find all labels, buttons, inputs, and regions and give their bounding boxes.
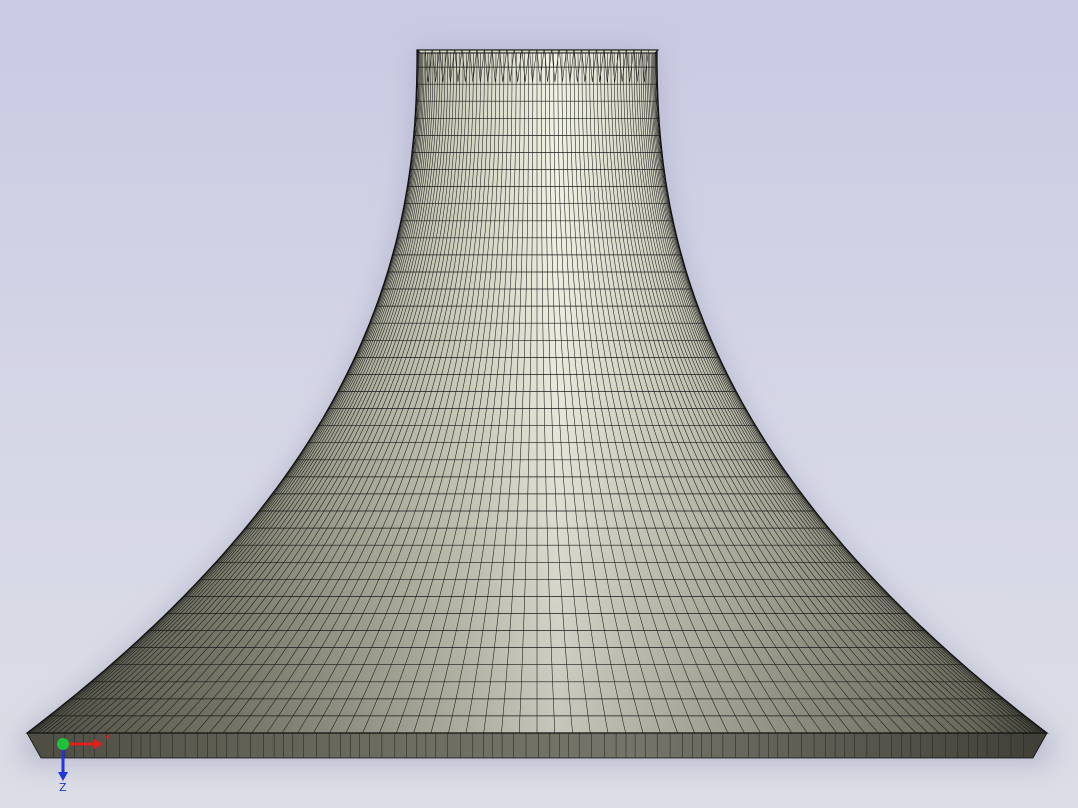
surface-mesh-lines	[27, 50, 1047, 733]
z-axis-arrowhead-icon	[58, 772, 68, 781]
y-axis-label: Y	[103, 732, 111, 745]
3d-model-view[interactable]: Y Z	[0, 0, 1078, 808]
y-axis-sphere-icon	[57, 738, 69, 750]
z-axis-label: Z	[59, 781, 67, 794]
graphics-viewport[interactable]: Y Z	[0, 0, 1078, 808]
model-base-face[interactable]	[26, 732, 1048, 759]
flared-solid-model[interactable]	[25, 49, 1049, 759]
